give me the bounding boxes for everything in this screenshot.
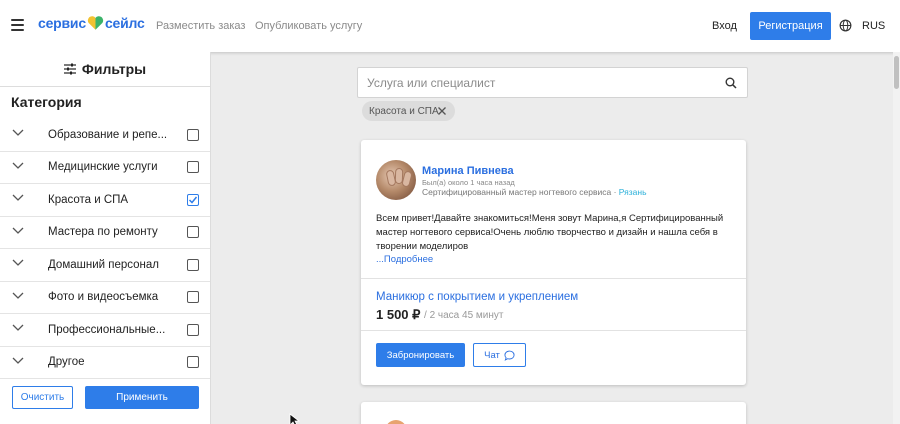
category-label: Мастера по ремонту bbox=[48, 226, 158, 239]
logo[interactable]: сервис сейлс bbox=[38, 15, 145, 31]
chevron-down-icon[interactable] bbox=[12, 227, 24, 235]
search-input[interactable] bbox=[358, 68, 698, 97]
chevron-down-icon[interactable] bbox=[12, 292, 24, 300]
chat-button[interactable]: Чат bbox=[473, 343, 526, 367]
category-checkbox[interactable] bbox=[187, 193, 199, 206]
search-icon[interactable] bbox=[725, 77, 737, 89]
category-label: Красота и СПА bbox=[48, 193, 129, 206]
chevron-down-icon[interactable] bbox=[12, 194, 24, 202]
mouse-cursor-icon bbox=[289, 413, 301, 424]
category-checkbox[interactable] bbox=[187, 128, 199, 141]
category-title: Категория bbox=[11, 94, 82, 110]
last-seen: Был(а) около 1 часа назад bbox=[422, 178, 515, 187]
category-item[interactable]: Образование и репе... bbox=[0, 119, 210, 152]
category-label: Медицинские услуги bbox=[48, 161, 158, 174]
nav-post-order[interactable]: Разместить заказ bbox=[156, 20, 245, 32]
category-checkbox[interactable] bbox=[187, 356, 199, 369]
chat-label: Чат bbox=[484, 349, 500, 361]
category-item[interactable]: Мастера по ремонту bbox=[0, 217, 210, 249]
category-item[interactable]: Домашний персонал bbox=[0, 249, 210, 282]
category-label: Фото и видеосъемка bbox=[48, 291, 159, 304]
active-filter-chip: Красота и СПА bbox=[362, 101, 455, 121]
chevron-down-icon[interactable] bbox=[12, 357, 24, 365]
nav-publish-service[interactable]: Опубликовать услугу bbox=[255, 20, 362, 32]
specialist-card: Марина Пивнева Был(а) около 1 часа назад… bbox=[361, 140, 746, 385]
category-checkbox[interactable] bbox=[187, 323, 199, 336]
category-item[interactable]: Фото и видеосъемка bbox=[0, 282, 210, 314]
book-button[interactable]: Забронировать bbox=[376, 343, 465, 367]
search-box bbox=[357, 67, 748, 98]
chat-bubble-icon bbox=[504, 350, 515, 361]
category-checkbox[interactable] bbox=[187, 161, 199, 174]
avatar[interactable] bbox=[385, 420, 407, 424]
logo-text-part1: сервис bbox=[38, 15, 86, 31]
role-text: Сертифицированный мастер ногтевого серви… bbox=[422, 187, 612, 197]
category-item[interactable]: Медицинские услуги bbox=[0, 152, 210, 184]
globe-icon[interactable] bbox=[839, 19, 852, 32]
city-label: Рязань bbox=[618, 187, 647, 197]
clear-button[interactable]: Очистить bbox=[12, 386, 73, 409]
chevron-down-icon[interactable] bbox=[12, 324, 24, 332]
category-item[interactable]: Профессиональные... bbox=[0, 314, 210, 347]
category-checkbox[interactable] bbox=[187, 226, 199, 239]
close-icon[interactable] bbox=[437, 106, 447, 116]
chevron-down-icon[interactable] bbox=[12, 162, 24, 170]
chevron-down-icon[interactable] bbox=[12, 259, 24, 267]
filters-sidebar: Фильтры Категория Образование и репе... М… bbox=[0, 52, 211, 424]
category-item[interactable]: Другое bbox=[0, 347, 210, 379]
top-header: сервис сейлс Разместить заказ Опубликова… bbox=[0, 0, 900, 52]
category-checkbox[interactable] bbox=[187, 291, 199, 304]
specialist-role: Сертифицированный мастер ногтевого серви… bbox=[422, 187, 647, 197]
apply-button[interactable]: Применить bbox=[85, 386, 199, 409]
register-button[interactable]: Регистрация bbox=[750, 12, 831, 40]
logo-text-part2: сейлс bbox=[104, 15, 145, 31]
service-title[interactable]: Маникюр с покрытием и укреплением bbox=[376, 291, 578, 303]
chip-label: Красота и СПА bbox=[369, 105, 439, 117]
specialist-card-next bbox=[361, 402, 746, 424]
read-more-link[interactable]: ...Подробнее bbox=[376, 254, 433, 265]
category-label: Образование и репе... bbox=[48, 128, 168, 141]
category-list: Образование и репе... Медицинские услуги К… bbox=[0, 119, 210, 379]
scrollbar-track[interactable] bbox=[893, 52, 900, 424]
category-label: Профессиональные... bbox=[48, 323, 166, 336]
filters-header: Фильтры bbox=[0, 52, 210, 87]
service-duration: / 2 часа 45 минут bbox=[424, 310, 503, 321]
duration-text: 2 часа 45 минут bbox=[429, 310, 504, 321]
scrollbar-thumb[interactable] bbox=[894, 56, 899, 89]
checkbox-check-icon bbox=[188, 196, 198, 204]
avatar[interactable] bbox=[376, 160, 416, 200]
specialist-name[interactable]: Марина Пивнева bbox=[422, 165, 514, 177]
filters-title: Фильтры bbox=[81, 61, 147, 77]
service-price: 1 500 ₽ bbox=[376, 307, 421, 322]
heart-logo-icon bbox=[87, 16, 104, 30]
language-selector[interactable]: RUS bbox=[862, 20, 885, 32]
specialist-description: Всем привет!Давайте знакомиться!Меня зов… bbox=[376, 213, 724, 252]
category-item[interactable]: Красота и СПА bbox=[0, 184, 210, 217]
category-label: Другое bbox=[48, 356, 85, 369]
divider bbox=[361, 330, 746, 331]
category-label: Домашний персонал bbox=[48, 258, 159, 271]
divider bbox=[361, 278, 746, 279]
category-checkbox[interactable] bbox=[187, 258, 199, 271]
login-link[interactable]: Вход bbox=[712, 20, 737, 32]
chevron-down-icon[interactable] bbox=[12, 129, 24, 137]
filter-sliders-icon bbox=[63, 63, 76, 75]
menu-icon[interactable] bbox=[11, 19, 24, 31]
